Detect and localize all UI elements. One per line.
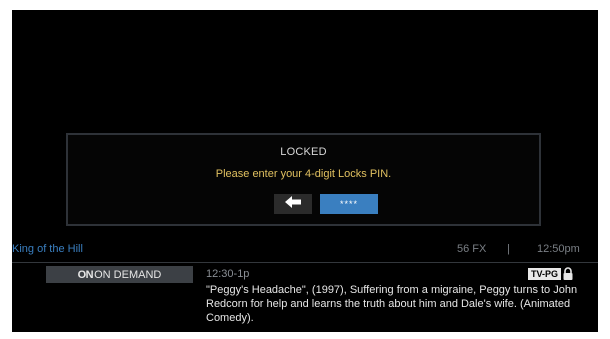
lock-icon: [562, 267, 574, 281]
dialog-title: LOCKED: [280, 146, 327, 158]
on-demand-button[interactable]: ON ON DEMAND: [46, 266, 193, 283]
dialog-message: Please enter your 4-digit Locks PIN.: [215, 168, 392, 180]
program-time-range: 12:30-1p: [206, 268, 250, 280]
on-demand-logo: ON: [77, 268, 94, 281]
tv-screen: LOCKED Please enter your 4-digit Locks P…: [12, 10, 598, 332]
locked-dialog: LOCKED Please enter your 4-digit Locks P…: [66, 133, 541, 226]
left-arrow-icon: [285, 195, 301, 213]
on-demand-label: ON DEMAND: [94, 268, 162, 281]
channel-label: 56 FX: [457, 243, 487, 255]
clock: 12:50pm: [537, 243, 580, 255]
back-button[interactable]: [274, 194, 312, 214]
channel-info-row: King of the Hill 56 FX | 12:50pm: [12, 243, 598, 259]
show-title: King of the Hill: [12, 243, 83, 255]
separator-line: [12, 262, 598, 263]
divider: |: [507, 243, 510, 255]
program-description: "Peggy's Headache", (1997), Suffering fr…: [206, 284, 578, 324]
rating-badge: TV-PG: [528, 268, 562, 280]
pin-input[interactable]: ****: [320, 194, 378, 214]
